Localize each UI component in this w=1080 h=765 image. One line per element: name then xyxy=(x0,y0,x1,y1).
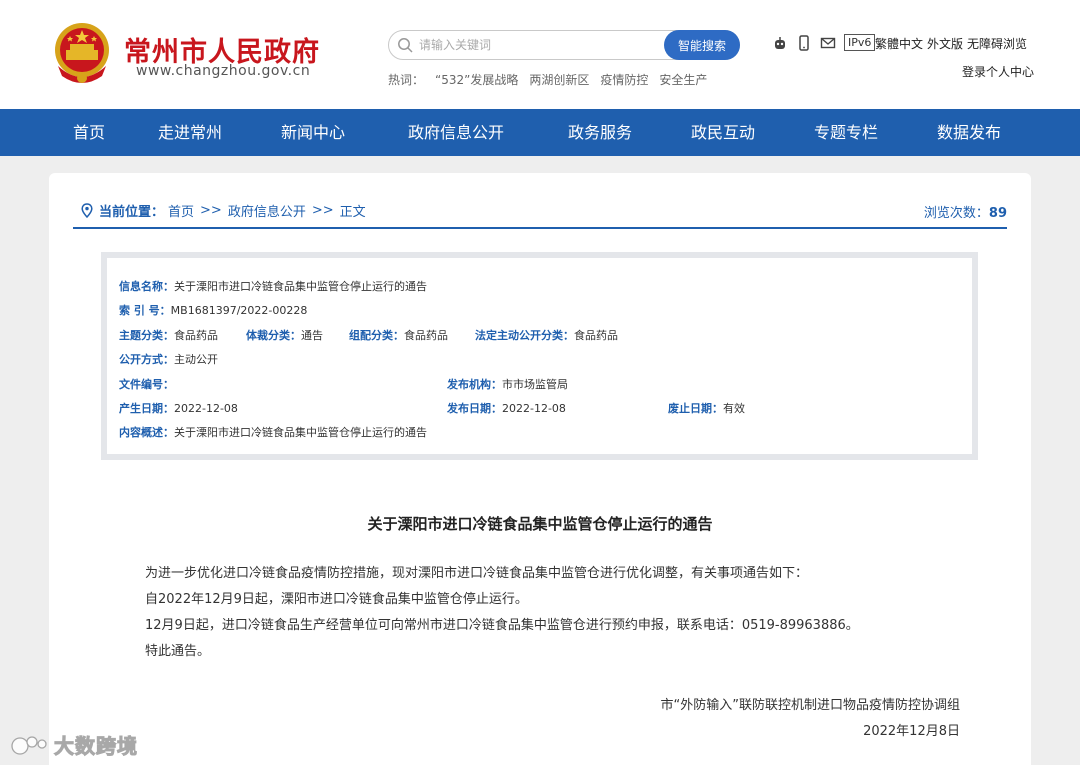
article-paragraph: 为进一步优化进口冷链食品疫情防控措施，现对溧阳市进口冷链食品集中监管仓进行优化调… xyxy=(145,566,809,581)
national-emblem-icon xyxy=(55,23,109,83)
nav-item-home[interactable]: 首页 xyxy=(73,109,105,156)
main-nav: 首页 走进常州 新闻中心 政府信息公开 政务服务 政民互动 专题专栏 数据发布 xyxy=(0,109,1080,156)
nav-item-data[interactable]: 数据发布 xyxy=(937,109,1001,156)
breadcrumb-home[interactable]: 首页 xyxy=(168,201,194,220)
info-legal-category: 法定主动公开分类：食品药品 xyxy=(475,327,618,343)
watermark: 大数跨境 xyxy=(10,730,138,759)
breadcrumb-gov-info[interactable]: 政府信息公开 xyxy=(228,201,306,220)
signature-org: 市“外防输入”联防联控机制进口物品疫情防控协调组 xyxy=(660,698,960,713)
info-value: 关于溧阳市进口冷链食品集中监管仓停止运行的通告 xyxy=(174,280,427,293)
mobile-icon[interactable] xyxy=(796,34,812,51)
top-links: 繁體中文 外文版 无障碍浏览 xyxy=(875,35,1027,52)
hot-word-link[interactable]: 疫情防控 xyxy=(600,71,648,88)
signature-date: 2022年12月8日 xyxy=(863,724,960,739)
info-label: 产生日期： xyxy=(119,402,174,415)
info-value: 主动公开 xyxy=(174,353,218,366)
article-paragraph: 12月9日起，进口冷链食品生产经营单位可向常州市进口冷链食品集中监管仓进行预约申… xyxy=(145,618,859,633)
nav-item-news[interactable]: 新闻中心 xyxy=(281,109,345,156)
view-count-value: 89 xyxy=(988,206,1007,221)
watermark-text: 大数跨境 xyxy=(54,734,138,759)
metadata-inner: 信息名称：关于溧阳市进口冷链食品集中监管仓停止运行的通告 索 引 号：MB168… xyxy=(107,258,972,454)
ipv6-badge: IPv6 xyxy=(844,34,876,51)
content-panel: 当前位置： 首页 >> 政府信息公开 >> 正文 浏览次数：89 信息名称：关于… xyxy=(49,173,1031,765)
site-url: www.changzhou.gov.cn xyxy=(136,63,311,79)
info-label: 文件编号： xyxy=(119,378,174,391)
info-publisher: 发布机构：市市场监管局 xyxy=(447,376,568,392)
info-value: 通告 xyxy=(301,329,323,342)
info-value: 食品药品 xyxy=(174,329,218,342)
info-value: 2022-12-08 xyxy=(174,402,238,415)
info-label: 公开方式： xyxy=(119,353,174,366)
info-value: MB1681397/2022-00228 xyxy=(170,304,308,317)
info-created: 产生日期：2022-12-08 xyxy=(119,400,238,416)
info-summary-row: 内容概述：关于溧阳市进口冷链食品集中监管仓停止运行的通告 xyxy=(119,424,427,440)
login-link[interactable]: 登录个人中心 xyxy=(962,63,1034,80)
article-paragraph: 自2022年12月9日起，溧阳市进口冷链食品集中监管仓停止运行。 xyxy=(145,592,528,607)
mail-icon[interactable] xyxy=(820,35,836,51)
site-header: 常州市人民政府 www.changzhou.gov.cn 智能搜索 热词： “5… xyxy=(0,0,1080,109)
search-icon xyxy=(398,38,413,53)
info-genre: 体裁分类：通告 xyxy=(246,327,323,343)
search-box: 智能搜索 xyxy=(388,30,740,60)
info-value: 食品药品 xyxy=(404,329,448,342)
info-topic: 主题分类：食品药品 xyxy=(119,327,218,343)
breadcrumb-divider xyxy=(73,227,1007,229)
nav-item-gov-info[interactable]: 政府信息公开 xyxy=(408,109,504,156)
breadcrumb-separator: >> xyxy=(311,203,334,218)
search-input[interactable] xyxy=(419,35,659,55)
info-label: 废止日期： xyxy=(668,402,723,415)
article-title: 关于溧阳市进口冷链食品集中监管仓停止运行的通告 xyxy=(367,515,713,533)
info-label: 发布日期： xyxy=(447,402,502,415)
info-index-row: 索 引 号：MB1681397/2022-00228 xyxy=(119,302,307,318)
hot-word-link[interactable]: 安全生产 xyxy=(659,71,707,88)
info-label: 发布机构： xyxy=(447,378,502,391)
info-value: 关于溧阳市进口冷链食品集中监管仓停止运行的通告 xyxy=(174,426,427,439)
view-count: 浏览次数：89 xyxy=(924,202,1007,221)
article-paragraph: 特此通告。 xyxy=(145,644,211,659)
toolbar-icons: IPv6 xyxy=(772,34,876,51)
info-label: 主题分类： xyxy=(119,329,174,342)
robot-icon[interactable] xyxy=(772,35,788,51)
info-value: 有效 xyxy=(723,402,745,415)
info-label: 法定主动公开分类： xyxy=(475,329,574,342)
foreign-version-link[interactable]: 外文版 xyxy=(927,35,963,52)
nav-item-services[interactable]: 政务服务 xyxy=(568,109,632,156)
breadcrumb-label: 当前位置： xyxy=(99,205,165,220)
info-value: 市市场监管局 xyxy=(502,378,568,391)
traditional-chinese-link[interactable]: 繁體中文 xyxy=(875,35,923,52)
info-mode-row: 公开方式：主动公开 xyxy=(119,351,218,367)
nav-item-topics[interactable]: 专题专栏 xyxy=(814,109,878,156)
location-pin-icon xyxy=(81,203,93,218)
breadcrumb-separator: >> xyxy=(200,203,222,218)
nav-item-about[interactable]: 走进常州 xyxy=(158,109,222,156)
info-label: 组配分类： xyxy=(349,329,404,342)
breadcrumb: 当前位置： 首页 >> 政府信息公开 >> 正文 xyxy=(81,201,366,220)
info-org-category: 组配分类：食品药品 xyxy=(349,327,448,343)
breadcrumb-current: 正文 xyxy=(339,205,366,220)
accessible-browse-link[interactable]: 无障碍浏览 xyxy=(967,35,1027,52)
hot-word-link[interactable]: “532”发展战略 xyxy=(435,71,518,88)
info-label: 内容概述： xyxy=(119,426,174,439)
info-expiry: 废止日期：有效 xyxy=(668,400,745,416)
view-count-label: 浏览次数： xyxy=(923,206,989,221)
hot-word-link[interactable]: 两湖创新区 xyxy=(529,71,589,88)
metadata-box: 信息名称：关于溧阳市进口冷链食品集中监管仓停止运行的通告 索 引 号：MB168… xyxy=(101,252,978,460)
info-label: 信息名称： xyxy=(119,280,174,293)
info-published: 发布日期：2022-12-08 xyxy=(447,400,566,416)
info-doc-no: 文件编号： xyxy=(119,376,174,392)
smart-search-button[interactable]: 智能搜索 xyxy=(664,30,740,60)
nav-item-interaction[interactable]: 政民互动 xyxy=(691,109,755,156)
info-label: 索 引 号： xyxy=(119,304,171,317)
watermark-logo-icon xyxy=(11,735,47,755)
info-value: 食品药品 xyxy=(574,329,618,342)
hot-words-label: 热词： xyxy=(388,73,425,87)
hot-words: 热词： “532”发展战略 两湖创新区 疫情防控 安全生产 xyxy=(388,71,707,88)
info-name-row: 信息名称：关于溧阳市进口冷链食品集中监管仓停止运行的通告 xyxy=(119,278,427,294)
info-value: 2022-12-08 xyxy=(502,402,566,415)
info-label: 体裁分类： xyxy=(246,329,301,342)
